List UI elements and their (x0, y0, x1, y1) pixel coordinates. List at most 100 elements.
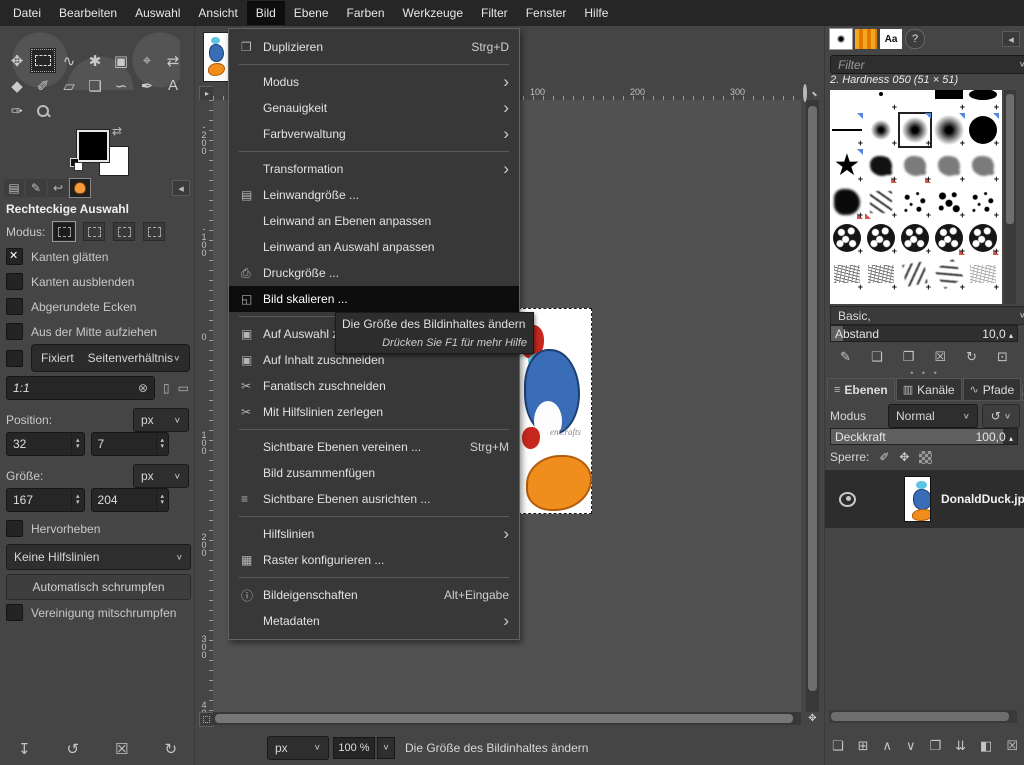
brush-thumbnail[interactable] (966, 90, 1000, 112)
brush-thumbnail[interactable] (830, 112, 864, 148)
size-height-input[interactable] (92, 493, 156, 507)
menu-item-bild-zusammenfuegen[interactable]: Bild zusammenfügen (229, 460, 519, 486)
duplicate-brush-icon[interactable]: ❐ (903, 349, 915, 365)
dock-splitter[interactable]: • • • (825, 370, 1024, 376)
menu-item-modus[interactable]: Modus › (229, 69, 519, 95)
save-settings-icon[interactable]: ↧ (18, 740, 31, 758)
menu-item-leinwand-an-auswahl[interactable]: Leinwand an Auswahl anpassen (229, 234, 519, 260)
delete-settings-icon[interactable]: ☒ (115, 740, 128, 758)
brush-thumbnail[interactable] (864, 148, 898, 184)
position-x-stepper[interactable]: ▴▾ (6, 432, 85, 456)
image-tab-thumbnail[interactable] (203, 32, 229, 82)
brush-thumbnail[interactable] (898, 220, 932, 256)
duplicate-layer-icon[interactable]: ❐ (930, 738, 942, 754)
text-tool-icon[interactable]: A (160, 73, 186, 98)
brush-thumbnail[interactable] (830, 90, 864, 112)
menu-item-transformation[interactable]: Transformation › (229, 156, 519, 182)
layer-thumbnail[interactable] (904, 476, 931, 522)
tab-layers[interactable]: ≡ Ebenen (827, 378, 895, 401)
smudge-tool-icon[interactable]: ∽ (108, 73, 134, 98)
spin-arrows-icon[interactable]: ▴▾ (156, 433, 169, 455)
size-unit-dropdown[interactable]: px ∨ (133, 464, 189, 488)
zoom-ruler-icon[interactable] (803, 86, 807, 100)
shrink-merged-checkbox[interactable] (6, 604, 23, 621)
brush-thumbnail[interactable] (966, 184, 1000, 220)
menu-item-druckgroesse[interactable]: ⎙ Druckgröße ... (229, 260, 519, 286)
brush-thumbnail[interactable] (864, 90, 898, 112)
position-y-input[interactable] (92, 437, 156, 451)
mode-intersect-button[interactable] (143, 222, 165, 241)
menu-item-sichtbare-ebenen-ausrichten[interactable]: ≡ Sichtbare Ebenen ausrichten ... (229, 486, 519, 512)
menu-fenster[interactable]: Fenster (517, 1, 576, 25)
layer-row[interactable]: DonaldDuck.jp (825, 470, 1024, 528)
wilber-tab-icon[interactable] (70, 179, 90, 197)
mode-add-button[interactable] (83, 222, 105, 241)
new-brush-icon[interactable]: ❏ (871, 349, 883, 365)
swap-colors-icon[interactable]: ⇄ (112, 124, 122, 138)
layer-name[interactable]: DonaldDuck.jp (941, 492, 1024, 506)
spin-arrows-icon[interactable]: ▴▾ (71, 489, 84, 511)
fuzzy-select-tool-icon[interactable]: ✱ (82, 48, 108, 73)
help-tab-icon[interactable]: ? (905, 29, 925, 49)
brush-thumbnail[interactable] (864, 256, 898, 292)
bucket-fill-tool-icon[interactable]: ◆ (4, 73, 30, 98)
menu-ebene[interactable]: Ebene (285, 1, 338, 25)
brushes-tab-icon[interactable] (830, 29, 852, 49)
paintbrush-tool-icon[interactable]: ✐ (30, 73, 56, 98)
brush-thumbnail[interactable] (932, 112, 966, 148)
mode-replace-button[interactable] (53, 222, 75, 241)
vertical-scrollbar[interactable] (806, 100, 819, 712)
brush-thumbnail[interactable] (898, 256, 932, 292)
patterns-tab-icon[interactable] (855, 29, 877, 49)
brush-thumbnail[interactable] (932, 220, 966, 256)
undo-history-tab-icon[interactable]: ↩ (48, 179, 68, 197)
eraser-tool-icon[interactable]: ▱ (56, 73, 82, 98)
brush-thumbnail[interactable] (830, 220, 864, 256)
delete-brush-icon[interactable]: ☒ (934, 349, 946, 365)
menu-item-bild-skalieren[interactable]: ◱ Bild skalieren ... (229, 286, 519, 312)
tab-paths[interactable]: ∿ Pfade (963, 378, 1022, 401)
menu-item-genauigkeit[interactable]: Genauigkeit › (229, 95, 519, 121)
brush-thumbnail[interactable] (966, 148, 1000, 184)
menu-ansicht[interactable]: Ansicht (189, 1, 246, 25)
rounded-corners-checkbox[interactable] (6, 298, 23, 315)
color-picker-tool-icon[interactable]: ✑ (4, 98, 30, 123)
navigation-icon[interactable]: ✥ (806, 712, 819, 725)
menu-bearbeiten[interactable]: Bearbeiten (50, 1, 126, 25)
menu-item-mit-hilfslinien-zerlegen[interactable]: ✂ Mit Hilfslinien zerlegen (229, 399, 519, 425)
menu-bild[interactable]: Bild (247, 1, 285, 25)
fonts-tab-icon[interactable]: Aa (880, 29, 902, 49)
brush-thumbnail[interactable] (898, 90, 932, 112)
tab-channels[interactable]: ▥ Kanäle (896, 378, 962, 401)
horizontal-scrollbar[interactable] (213, 712, 801, 725)
menu-item-duplizieren[interactable]: ❐ Duplizieren Strg+D (229, 34, 519, 60)
auto-shrink-button[interactable]: Automatisch schrumpfen (6, 574, 191, 600)
spin-arrows-icon[interactable]: ▴▾ (156, 489, 169, 511)
brush-thumbnail[interactable] (898, 184, 932, 220)
refresh-brushes-icon[interactable]: ↻ (966, 349, 977, 365)
brush-thumbnail[interactable] (864, 220, 898, 256)
brush-grid[interactable]: ★ (830, 90, 1002, 304)
brush-grid-scrollbar[interactable] (1004, 90, 1016, 304)
menu-auswahl[interactable]: Auswahl (126, 1, 189, 25)
clone-tool-icon[interactable]: ❏ (82, 73, 108, 98)
unit-dropdown[interactable]: px ∨ (267, 736, 329, 760)
brush-thumbnail[interactable] (898, 148, 932, 184)
menu-item-sichtbare-ebenen-vereinen[interactable]: Sichtbare Ebenen vereinen ... Strg+M (229, 434, 519, 460)
brush-thumbnail[interactable] (830, 256, 864, 292)
spacing-slider[interactable]: Abstand 10,0 ▴ (830, 325, 1018, 342)
zoom-dropdown-icon[interactable]: ∨ (377, 737, 395, 759)
brush-thumbnail[interactable] (966, 220, 1000, 256)
brush-thumbnail[interactable] (932, 184, 966, 220)
layers-scrollbar[interactable] (829, 710, 1017, 723)
raise-layer-icon[interactable]: ∧ (883, 738, 893, 754)
brush-thumbnail[interactable] (932, 256, 966, 292)
position-unit-dropdown[interactable]: px ∨ (133, 408, 189, 432)
layer-visibility-eye-icon[interactable] (839, 492, 856, 507)
spin-arrows-icon[interactable]: ▴▾ (71, 433, 84, 455)
brush-thumbnail[interactable] (966, 256, 1000, 292)
lower-layer-icon[interactable]: ∨ (906, 738, 916, 754)
transform-tool-icon[interactable]: ⌖ (134, 48, 160, 73)
guides-dropdown[interactable]: Keine Hilfslinien ∨ (6, 544, 191, 570)
menu-item-metadaten[interactable]: Metadaten › (229, 608, 519, 634)
